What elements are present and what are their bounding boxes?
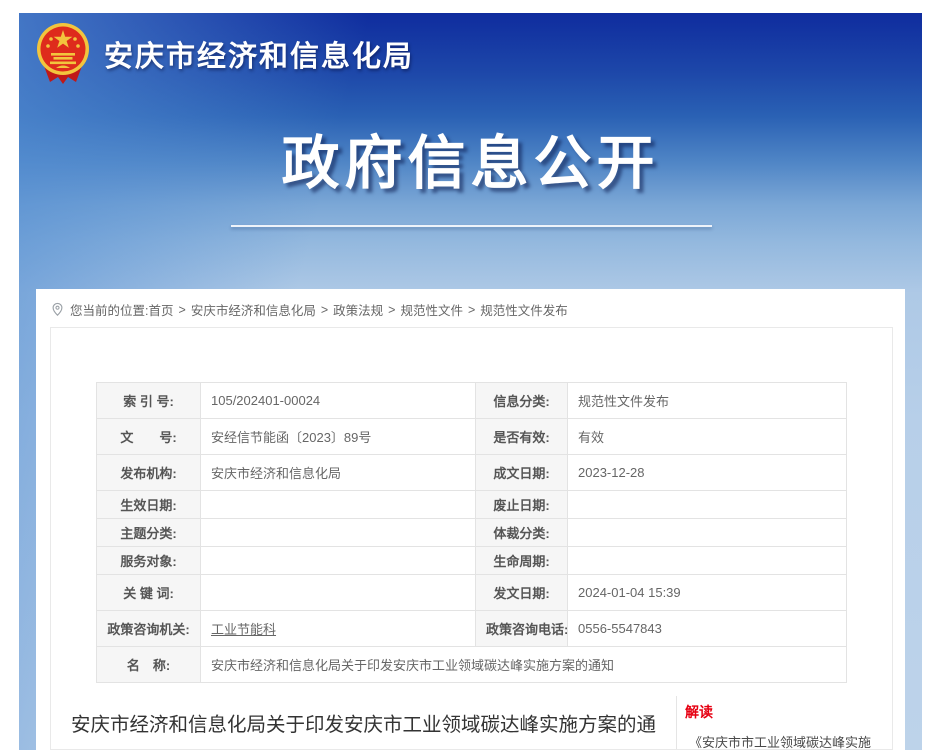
table-row: 关 键 词: 发文日期: 2024-01-04 15:39: [97, 575, 847, 611]
table-row: 主题分类: 体裁分类:: [97, 519, 847, 547]
meta-label: 索 引 号:: [97, 383, 201, 419]
meta-label: 主题分类:: [97, 519, 201, 547]
table-row: 政策咨询机关: 工业节能科 政策咨询电话: 0556-5547843: [97, 611, 847, 647]
meta-value: 规范性文件发布: [568, 383, 847, 419]
meta-label: 废止日期:: [476, 491, 568, 519]
table-row: 名 称: 安庆市经济和信息化局关于印发安庆市工业领域碳达峰实施方案的通知: [97, 647, 847, 683]
meta-value: [201, 547, 476, 575]
table-row: 服务对象: 生命周期:: [97, 547, 847, 575]
article-bottom: 安庆市经济和信息化局关于印发安庆市工业领域碳达峰实施方案的通知 解读 《安庆市市…: [51, 696, 892, 750]
breadcrumb: 您当前的位置: 首页 > 安庆市经济和信息化局 > 政策法规 > 规范性文件 >…: [36, 289, 905, 328]
breadcrumb-separator: >: [321, 303, 328, 317]
breadcrumb-item-home[interactable]: 首页: [148, 300, 173, 319]
meta-label: 成文日期:: [476, 455, 568, 491]
meta-value: 安经信节能函〔2023〕89号: [201, 419, 476, 455]
meta-value: [568, 547, 847, 575]
meta-value: 105/202401-00024: [201, 383, 476, 419]
meta-label: 发布机构:: [97, 455, 201, 491]
site-header: 安庆市经济和信息化局: [36, 22, 414, 86]
content-panel: 您当前的位置: 首页 > 安庆市经济和信息化局 > 政策法规 > 规范性文件 >…: [36, 289, 905, 750]
page-title: 政府信息公开: [19, 116, 922, 200]
meta-value: 有效: [568, 419, 847, 455]
meta-label: 生命周期:: [476, 547, 568, 575]
interpretation-sidebar: 解读 《安庆市市工业领域碳达峰实施方案》解读: [677, 696, 892, 750]
meta-label: 文 号:: [97, 419, 201, 455]
table-row: 发布机构: 安庆市经济和信息化局 成文日期: 2023-12-28: [97, 455, 847, 491]
consult-dept-link[interactable]: 工业节能科: [211, 622, 276, 637]
meta-value: 2024-01-04 15:39: [568, 575, 847, 611]
meta-label: 体裁分类:: [476, 519, 568, 547]
breadcrumb-prefix: 您当前的位置:: [70, 300, 148, 319]
title-underline: [231, 225, 712, 227]
breadcrumb-item-normative-docs[interactable]: 规范性文件: [400, 300, 463, 319]
article-card: 索 引 号: 105/202401-00024 信息分类: 规范性文件发布 文 …: [50, 327, 893, 750]
meta-label: 名 称:: [97, 647, 201, 683]
meta-value: [201, 575, 476, 611]
breadcrumb-separator: >: [388, 303, 395, 317]
page: 安庆市经济和信息化局 政府信息公开 您当前的位置: 首页 > 安庆市经济和信息化…: [0, 0, 942, 750]
article-title-section: 安庆市经济和信息化局关于印发安庆市工业领域碳达峰实施方案的通知: [51, 696, 677, 750]
meta-label: 政策咨询电话:: [476, 611, 568, 647]
interpretation-heading: 解读: [685, 702, 882, 722]
breadcrumb-item-bureau[interactable]: 安庆市经济和信息化局: [191, 300, 316, 319]
document-meta-table: 索 引 号: 105/202401-00024 信息分类: 规范性文件发布 文 …: [96, 382, 847, 683]
meta-value: 安庆市经济和信息化局: [201, 455, 476, 491]
national-emblem-icon: [36, 22, 90, 86]
meta-label: 服务对象:: [97, 547, 201, 575]
meta-label: 信息分类:: [476, 383, 568, 419]
meta-value: 0556-5547843: [568, 611, 847, 647]
article-title: 安庆市经济和信息化局关于印发安庆市工业领域碳达峰实施方案的通知: [65, 704, 662, 750]
meta-label: 生效日期:: [97, 491, 201, 519]
meta-label: 发文日期:: [476, 575, 568, 611]
meta-value: [568, 491, 847, 519]
meta-value: [201, 519, 476, 547]
table-row: 索 引 号: 105/202401-00024 信息分类: 规范性文件发布: [97, 383, 847, 419]
interpretation-link[interactable]: 《安庆市市工业领域碳达峰实施方案》解读: [685, 731, 882, 750]
meta-value: [201, 491, 476, 519]
meta-value: 2023-12-28: [568, 455, 847, 491]
table-row: 生效日期: 废止日期:: [97, 491, 847, 519]
breadcrumb-item-policy[interactable]: 政策法规: [333, 300, 383, 319]
meta-label: 政策咨询机关:: [97, 611, 201, 647]
meta-label: 关 键 词:: [97, 575, 201, 611]
meta-value-doc-name: 安庆市经济和信息化局关于印发安庆市工业领域碳达峰实施方案的通知: [201, 647, 847, 683]
breadcrumb-separator: >: [179, 303, 186, 317]
breadcrumb-item-current[interactable]: 规范性文件发布: [480, 300, 568, 319]
meta-label: 是否有效:: [476, 419, 568, 455]
site-name[interactable]: 安庆市经济和信息化局: [104, 33, 414, 75]
breadcrumb-separator: >: [468, 303, 475, 317]
location-pin-icon: [51, 302, 64, 317]
table-row: 文 号: 安经信节能函〔2023〕89号 是否有效: 有效: [97, 419, 847, 455]
meta-value-consult-dept: 工业节能科: [201, 611, 476, 647]
meta-value: [568, 519, 847, 547]
